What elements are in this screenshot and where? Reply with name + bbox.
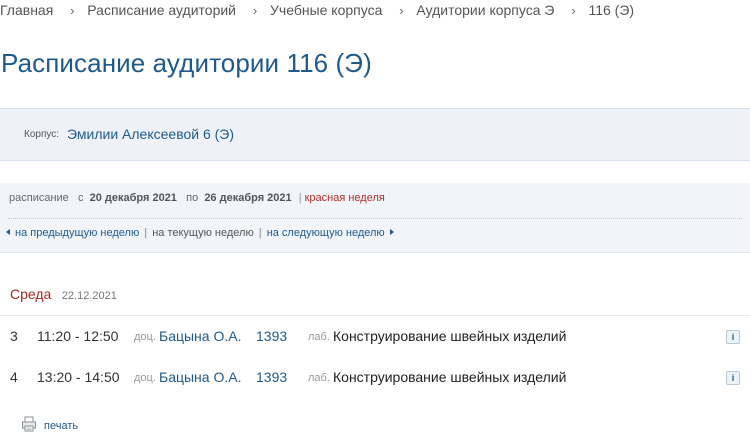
info-icon[interactable]: i <box>726 371 740 385</box>
building-link[interactable]: Эмилии Алексеевой 6 (Э) <box>67 126 234 142</box>
breadcrumb-home[interactable]: Главная <box>0 2 53 18</box>
breadcrumb-separator: › <box>399 2 404 18</box>
week-navigation: на предыдущую неделю | на текущую неделю… <box>6 227 394 239</box>
prev-week-label: на предыдущую неделю <box>15 227 140 239</box>
arrow-right-icon <box>389 229 394 235</box>
print-label: печать <box>44 420 79 432</box>
breadcrumb-current: 116 (Э) <box>588 2 635 18</box>
divider <box>8 218 742 219</box>
breadcrumb-separator: › <box>70 2 75 18</box>
teacher-link[interactable]: Бацына О.А. <box>159 328 241 344</box>
schedule-period-panel: расписание с 20 декабря 2021 по 26 декаб… <box>0 183 750 253</box>
teacher-link[interactable]: Бацына О.А. <box>159 369 241 385</box>
lesson-time: 11:20 - 12:50 <box>37 328 119 344</box>
period-line: расписание с 20 декабря 2021 по 26 декаб… <box>9 192 385 204</box>
breadcrumb-separator: › <box>571 2 576 18</box>
lesson-type: лаб. <box>308 331 330 343</box>
lesson-time: 13:20 - 14:50 <box>37 369 120 385</box>
breadcrumb-building-rooms[interactable]: Аудитории корпуса Э <box>416 2 554 18</box>
period-from-date: 20 декабря 2021 <box>89 192 177 204</box>
printer-icon <box>21 416 37 432</box>
nav-separator: | <box>144 227 148 239</box>
info-icon[interactable]: i <box>726 330 740 344</box>
breadcrumb-separator: › <box>252 2 258 18</box>
teacher-position: доц. <box>134 331 156 343</box>
room-link[interactable]: 1393 <box>256 369 287 385</box>
week-type: красная неделя <box>304 192 385 204</box>
next-week-link[interactable]: на следующую неделю <box>267 227 394 239</box>
period-from-word: с <box>77 192 84 204</box>
period-to-word: по <box>186 192 199 204</box>
period-label: расписание <box>9 192 69 204</box>
lesson-row: 4 13:20 - 14:50 доц. Бацына О.А. 1393 ла… <box>0 369 750 409</box>
room-link[interactable]: 1393 <box>256 328 287 344</box>
nav-separator: | <box>258 227 262 239</box>
page-title: Расписание аудитории 116 (Э) <box>1 48 372 78</box>
current-week-link[interactable]: на текущую неделю <box>152 227 254 239</box>
lesson-type: лаб. <box>308 372 330 384</box>
period-to-date: 26 декабря 2021 <box>204 192 292 204</box>
divider <box>0 315 750 316</box>
period-separator: | <box>298 192 302 204</box>
lesson-row: 3 11:20 - 12:50 доц. Бацына О.А. 1393 ла… <box>0 328 750 368</box>
day-date: 22.12.2021 <box>61 290 117 302</box>
lesson-number: 4 <box>10 369 18 385</box>
breadcrumb: Главная › Расписание аудиторий › Учебные… <box>0 1 634 19</box>
breadcrumb-room-schedules[interactable]: Расписание аудиторий <box>87 2 236 18</box>
next-week-label: на следующую неделю <box>266 227 385 239</box>
lesson-number: 3 <box>10 328 18 344</box>
print-link[interactable]: печать <box>21 416 78 432</box>
lesson-subject: Конструирование швейных изделий <box>333 328 567 344</box>
prev-week-link[interactable]: на предыдущую неделю <box>6 227 139 239</box>
arrow-left-icon <box>6 229 10 235</box>
lesson-subject: Конструирование швейных изделий <box>333 369 567 385</box>
day-name: Среда <box>10 286 52 302</box>
building-panel: Корпус: Эмилии Алексеевой 6 (Э) <box>0 108 750 161</box>
teacher-position: доц. <box>134 372 156 384</box>
day-header: Среда 22.12.2021 <box>10 286 117 304</box>
breadcrumb-buildings[interactable]: Учебные корпуса <box>270 2 382 18</box>
building-label: Корпус: <box>24 129 60 140</box>
